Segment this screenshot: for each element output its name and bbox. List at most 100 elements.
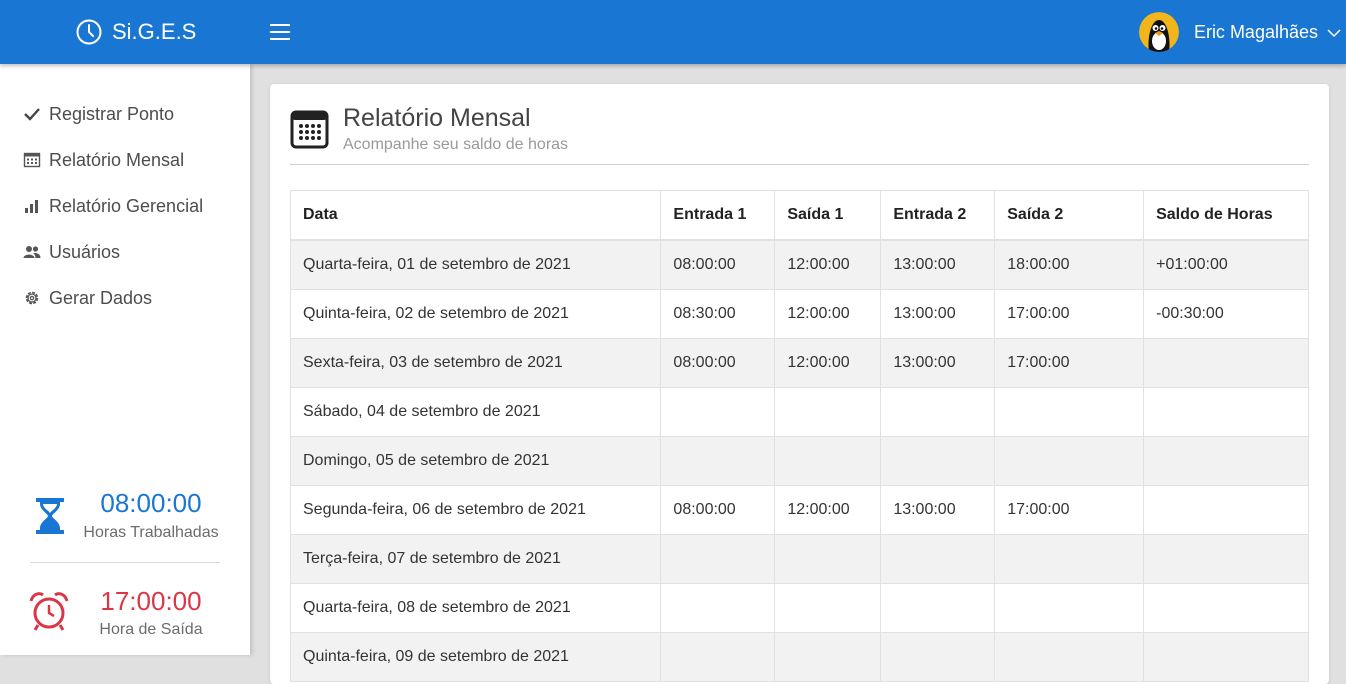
page-subtitle: Acompanhe seu saldo de horas bbox=[343, 136, 569, 153]
cell-saida-2 bbox=[994, 436, 1145, 486]
report-card: Relatório Mensal Acompanhe seu saldo de … bbox=[270, 84, 1329, 684]
calendar-icon bbox=[23, 151, 41, 169]
table-row: Quarta-feira, 01 de setembro de 2021 08:0… bbox=[289, 239, 1309, 290]
column-header-entrada-2: Entrada 2 bbox=[880, 190, 996, 241]
cell-saida-1: 12:00:00 bbox=[774, 239, 882, 290]
cell-entrada-1: 08:00:00 bbox=[660, 338, 776, 388]
column-header-saida-1: Saída 1 bbox=[774, 190, 882, 241]
cell-entrada-1 bbox=[660, 534, 776, 584]
cell-saida-2: 18:00:00 bbox=[994, 239, 1145, 290]
cell-date: Segunda-feira, 06 de setembro de 2021 bbox=[289, 485, 662, 535]
hourglass-icon bbox=[30, 496, 70, 541]
cell-date: Domingo, 05 de setembro de 2021 bbox=[289, 436, 662, 486]
sidebar-menu: Registrar Ponto Relatório Mensal Relatór… bbox=[0, 64, 250, 321]
top-navbar: Si.G.E.S Eric Magalhães bbox=[0, 0, 1346, 64]
cell-entrada-2 bbox=[880, 436, 996, 486]
users-icon bbox=[23, 243, 41, 261]
penguin-icon bbox=[1138, 12, 1179, 52]
cell-saida-2: 17:00:00 bbox=[994, 338, 1145, 388]
gear-icon bbox=[23, 289, 41, 307]
bar-chart-icon bbox=[23, 197, 41, 215]
cell-date: Quinta-feira, 09 de setembro de 2021 bbox=[289, 632, 662, 682]
sidebar-item-label: Relatório Gerencial bbox=[49, 195, 204, 216]
exit-time-value: 17:00:00 bbox=[100, 586, 202, 616]
cell-saida-1: 12:00:00 bbox=[774, 289, 882, 339]
cell-saida-2 bbox=[994, 632, 1145, 682]
cell-entrada-1: 08:30:00 bbox=[660, 289, 776, 339]
sidebar-item-label: Gerar Dados bbox=[49, 287, 153, 308]
cell-saldo bbox=[1143, 534, 1309, 584]
cell-saida-1 bbox=[774, 436, 882, 486]
hamburger-icon bbox=[270, 24, 290, 40]
sidebar-item-label: Registrar Ponto bbox=[49, 103, 175, 124]
sidebar-item-relatorio-mensal[interactable]: Relatório Mensal bbox=[0, 137, 250, 183]
table-row: Terça-feira, 07 de setembro de 2021 bbox=[289, 534, 1309, 584]
worked-hours-label: Horas Trabalhadas bbox=[83, 524, 219, 541]
table-row: Domingo, 05 de setembro de 2021 bbox=[289, 436, 1309, 486]
sidebar-item-relatorio-gerencial[interactable]: Relatório Gerencial bbox=[0, 183, 250, 229]
cell-saida-2: 17:00:00 bbox=[994, 289, 1145, 339]
sidebar-item-label: Usuários bbox=[49, 241, 121, 262]
check-icon bbox=[23, 105, 41, 123]
cell-saida-2 bbox=[994, 387, 1145, 437]
cell-entrada-2: 13:00:00 bbox=[880, 289, 996, 339]
avatar bbox=[1138, 12, 1179, 52]
sidebar: Registrar Ponto Relatório Mensal Relatór… bbox=[0, 64, 250, 655]
cell-saldo bbox=[1143, 338, 1309, 388]
cell-entrada-1 bbox=[660, 632, 776, 682]
brand-logo[interactable]: Si.G.E.S bbox=[76, 19, 196, 45]
cell-entrada-1: 08:00:00 bbox=[660, 239, 776, 290]
cell-date: Sábado, 04 de setembro de 2021 bbox=[289, 387, 662, 437]
cell-saida-1 bbox=[774, 583, 882, 633]
cell-date: Quarta-feira, 08 de setembro de 2021 bbox=[289, 583, 662, 633]
menu-toggle-button[interactable] bbox=[268, 21, 292, 48]
column-header-saldo: Saldo de Horas bbox=[1143, 190, 1309, 241]
user-menu[interactable]: Eric Magalhães bbox=[1138, 12, 1346, 52]
column-header-entrada-1: Entrada 1 bbox=[660, 190, 776, 241]
brand-name: Si.G.E.S bbox=[112, 19, 197, 44]
cell-entrada-2 bbox=[880, 387, 996, 437]
sidebar-item-usuarios[interactable]: Usuários bbox=[0, 229, 250, 275]
cell-entrada-1: 08:00:00 bbox=[660, 485, 776, 535]
table-row: Segunda-feira, 06 de setembro de 2021 08:… bbox=[289, 485, 1309, 535]
cell-date: Quarta-feira, 01 de setembro de 2021 bbox=[289, 239, 662, 290]
page-title: Relatório Mensal bbox=[343, 104, 531, 132]
cell-saida-1: 12:00:00 bbox=[774, 485, 882, 535]
cell-saida-1 bbox=[774, 632, 882, 682]
cell-saida-2 bbox=[994, 534, 1145, 584]
card-header: Relatório Mensal Acompanhe seu saldo de … bbox=[290, 104, 1309, 165]
monthly-report-table: Data Entrada 1 Saída 1 Entrada 2 Saída 2… bbox=[289, 190, 1309, 682]
cell-date: Terça-feira, 07 de setembro de 2021 bbox=[289, 534, 662, 584]
cell-saldo: +01:00:00 bbox=[1143, 239, 1309, 290]
clock-icon bbox=[76, 19, 102, 45]
table-header-row: Data Entrada 1 Saída 1 Entrada 2 Saída 2… bbox=[289, 190, 1309, 241]
cell-entrada-2: 13:00:00 bbox=[880, 338, 996, 388]
worked-hours-value: 08:00:00 bbox=[100, 488, 202, 518]
cell-saldo bbox=[1143, 632, 1309, 682]
sidebar-item-registrar-ponto[interactable]: Registrar Ponto bbox=[0, 91, 250, 137]
cell-entrada-2 bbox=[880, 534, 996, 584]
table-row: Sábado, 04 de setembro de 2021 bbox=[289, 387, 1309, 437]
stat-divider bbox=[30, 562, 220, 563]
exit-time-label: Hora de Saída bbox=[99, 621, 203, 638]
cell-date: Sexta-feira, 03 de setembro de 2021 bbox=[289, 338, 662, 388]
cell-entrada-1 bbox=[660, 436, 776, 486]
calendar-icon bbox=[290, 109, 330, 154]
cell-saida-2 bbox=[994, 583, 1145, 633]
cell-entrada-2: 13:00:00 bbox=[880, 239, 996, 290]
chevron-down-icon bbox=[1327, 29, 1341, 38]
cell-saldo bbox=[1143, 583, 1309, 633]
cell-entrada-2: 13:00:00 bbox=[880, 485, 996, 535]
table-row: Sexta-feira, 03 de setembro de 2021 08:00… bbox=[289, 338, 1309, 388]
table-row: Quarta-feira, 08 de setembro de 2021 bbox=[289, 583, 1309, 633]
table-row: Quinta-feira, 09 de setembro de 2021 bbox=[289, 632, 1309, 682]
column-header-data: Data bbox=[289, 190, 662, 241]
cell-saida-1 bbox=[774, 534, 882, 584]
sidebar-item-label: Relatório Mensal bbox=[49, 149, 185, 170]
cell-saldo bbox=[1143, 436, 1309, 486]
cell-entrada-1 bbox=[660, 583, 776, 633]
sidebar-item-gerar-dados[interactable]: Gerar Dados bbox=[0, 275, 250, 321]
cell-date: Quinta-feira, 02 de setembro de 2021 bbox=[289, 289, 662, 339]
cell-saldo bbox=[1143, 387, 1309, 437]
cell-entrada-2 bbox=[880, 632, 996, 682]
